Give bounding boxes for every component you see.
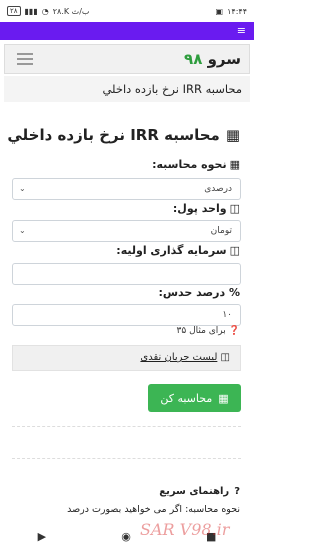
quick-guide-title: ? راهنمای سریع <box>159 486 240 497</box>
invest-label: ◫ سرمایه گذاری اولیه: <box>116 244 240 257</box>
status-bar: ۲۸ ▮▮▮ ◔ ۲۸.K ب/ث ▣ ۱۴:۴۴ <box>0 0 254 22</box>
quick-guide-text: نحوه محاسبه: اگر می خواهید بصورت درصد <box>67 504 240 515</box>
question-icon: ? <box>234 486 240 497</box>
method-label: ▦ نحوه محاسبه: <box>152 158 240 171</box>
money-icon: ◫ <box>220 352 230 363</box>
signal-icon: ▮▮▮ <box>24 6 38 16</box>
calculator-icon: ▦ <box>225 126 240 144</box>
menu-icon[interactable]: ≡ <box>237 25 246 36</box>
guess-input[interactable]: ۱۰ <box>12 304 241 326</box>
page-title-text: محاسبه IRR نرخ بازده داخلي <box>7 126 220 144</box>
divider <box>12 426 241 427</box>
notification-icon: ▣ <box>215 6 224 16</box>
divider <box>12 458 241 459</box>
cashflow-label: لیست جریان نقدی <box>140 352 218 363</box>
page-title: ▦ محاسبه IRR نرخ بازده داخلي <box>7 126 240 144</box>
calculate-button[interactable]: ▦ محاسبه کن <box>148 384 241 412</box>
invest-input[interactable] <box>12 263 241 285</box>
battery-icon: ۲۸ <box>7 6 21 16</box>
brand-number: ۹۸ <box>184 50 203 68</box>
unit-select[interactable]: تومان ⌄ <box>12 220 241 242</box>
money-icon: ◫ <box>229 244 240 257</box>
chevron-down-icon: ⌄ <box>19 226 26 235</box>
app-bar: ≡ <box>0 22 254 40</box>
site-navbar: سرو ۹۸ <box>4 44 250 74</box>
question-icon: ❓ <box>228 326 240 336</box>
network-speed: ۲۸.K ب/ث <box>52 6 90 16</box>
chevron-down-icon: ⌄ <box>19 184 26 193</box>
hamburger-icon[interactable] <box>17 53 33 68</box>
site-logo[interactable]: سرو ۹۸ <box>184 50 241 68</box>
status-left: ۲۸ ▮▮▮ ◔ ۲۸.K ب/ث <box>7 6 89 16</box>
brand-name: سرو <box>207 50 241 68</box>
guess-label: % درصد حدس: <box>158 286 240 299</box>
home-button[interactable]: ◉ <box>121 530 131 543</box>
money-icon: ◫ <box>229 202 240 215</box>
back-button[interactable]: ▶ <box>38 530 46 543</box>
cashflow-list-button[interactable]: ◫ لیست جریان نقدی <box>12 345 241 371</box>
method-select[interactable]: درصدی ⌄ <box>12 178 241 200</box>
unit-label: ◫ واحد پول: <box>172 202 240 215</box>
calculator-icon: ▦ <box>218 391 229 405</box>
watermark-logo: SAR V98.ir <box>140 520 230 539</box>
calculator-small-icon: ▦ <box>229 158 240 171</box>
status-right: ▣ ۱۴:۴۴ <box>216 7 247 16</box>
guess-hint: ❓ برای مثال ۳۵ <box>176 326 240 336</box>
wifi-icon: ◔ <box>41 6 49 16</box>
breadcrumb: محاسبه IRR نرخ بازده داخلي <box>4 76 250 102</box>
clock: ۱۴:۴۴ <box>227 6 247 16</box>
